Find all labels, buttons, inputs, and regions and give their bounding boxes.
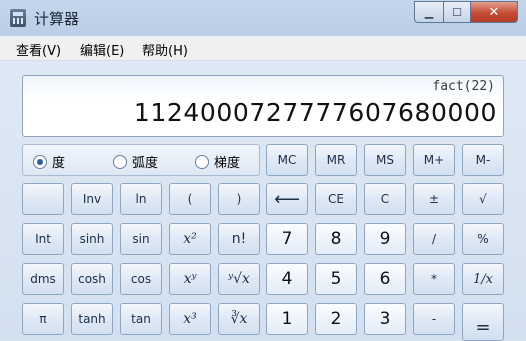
cos-button[interactable]: cos <box>120 263 162 295</box>
digit-1-button[interactable]: 1 <box>266 303 308 335</box>
result-display: 1124000727777607680000 <box>133 98 497 127</box>
int-button[interactable]: Int <box>22 223 64 255</box>
cube-root-button[interactable]: ∛x <box>218 303 260 335</box>
blank-button[interactable] <box>22 183 64 215</box>
digit-3-button[interactable]: 3 <box>364 303 406 335</box>
memory-clear-button[interactable]: MC <box>266 144 308 176</box>
title-bar: 计算器 ▁ ☐ ✕ <box>0 0 526 36</box>
percent-button[interactable]: % <box>462 223 504 255</box>
power-button[interactable]: xʸ <box>169 263 211 295</box>
menu-view[interactable]: 查看(V) <box>16 40 61 59</box>
radio-unchecked-icon <box>195 154 209 169</box>
maximize-button[interactable]: ☐ <box>443 1 470 23</box>
radio-unchecked-icon <box>113 154 127 169</box>
divide-button[interactable]: / <box>413 223 455 255</box>
multiply-button[interactable]: * <box>413 263 455 295</box>
memory-subtract-button[interactable]: M- <box>462 144 504 176</box>
digit-5-button[interactable]: 5 <box>315 263 357 295</box>
menu-help[interactable]: 帮助(H) <box>142 40 188 59</box>
pi-button[interactable]: π <box>22 303 64 335</box>
yroot-button[interactable]: ʸ√x <box>218 263 260 295</box>
calculator-body: fact(22) 1124000727777607680000 度 弧度 梯度 … <box>0 61 526 341</box>
digit-9-button[interactable]: 9 <box>364 223 406 255</box>
radio-gradians[interactable]: 梯度 <box>195 152 240 171</box>
dms-button[interactable]: dms <box>22 263 64 295</box>
calculator-icon <box>10 9 26 27</box>
clear-button[interactable]: C <box>364 183 406 215</box>
menu-edit[interactable]: 编辑(E) <box>80 40 124 59</box>
radio-label: 梯度 <box>214 156 241 171</box>
factorial-button[interactable]: n! <box>218 223 260 255</box>
radio-label: 弧度 <box>132 156 159 171</box>
subtract-button[interactable]: - <box>413 303 455 335</box>
window-controls: ▁ ☐ ✕ <box>414 1 518 23</box>
digit-8-button[interactable]: 8 <box>315 223 357 255</box>
minimize-icon: ▁ <box>424 5 434 19</box>
backspace-button[interactable]: ⟵ <box>266 183 308 215</box>
sqrt-button[interactable]: √ <box>462 183 504 215</box>
radio-checked-icon <box>33 154 47 169</box>
angle-unit-group: 度 弧度 梯度 <box>22 144 260 176</box>
sinh-button[interactable]: sinh <box>71 223 113 255</box>
digit-6-button[interactable]: 6 <box>364 263 406 295</box>
clear-entry-button[interactable]: CE <box>315 183 357 215</box>
inv-button[interactable]: Inv <box>71 183 113 215</box>
cosh-button[interactable]: cosh <box>71 263 113 295</box>
expression-display: fact(22) <box>432 79 495 94</box>
reciprocal-button[interactable]: 1/x <box>462 263 504 295</box>
sin-button[interactable]: sin <box>120 223 162 255</box>
tan-button[interactable]: tan <box>120 303 162 335</box>
square-button[interactable]: x² <box>169 223 211 255</box>
open-paren-button[interactable]: ( <box>169 183 211 215</box>
digit-4-button[interactable]: 4 <box>266 263 308 295</box>
digit-7-button[interactable]: 7 <box>266 223 308 255</box>
negate-button[interactable]: ± <box>413 183 455 215</box>
digit-2-button[interactable]: 2 <box>315 303 357 335</box>
cube-button[interactable]: x³ <box>169 303 211 335</box>
radio-degrees[interactable]: 度 <box>33 152 65 171</box>
close-icon: ✕ <box>488 4 500 20</box>
tanh-button[interactable]: tanh <box>71 303 113 335</box>
close-paren-button[interactable]: ) <box>218 183 260 215</box>
radio-label: 度 <box>52 156 66 171</box>
memory-recall-button[interactable]: MR <box>315 144 357 176</box>
menu-bar: 查看(V) 编辑(E) 帮助(H) <box>0 36 526 61</box>
maximize-icon: ☐ <box>452 5 462 19</box>
minimize-button[interactable]: ▁ <box>414 1 443 23</box>
memory-store-button[interactable]: MS <box>364 144 406 176</box>
memory-add-button[interactable]: M+ <box>413 144 455 176</box>
radio-radians[interactable]: 弧度 <box>113 152 158 171</box>
ln-button[interactable]: ln <box>120 183 162 215</box>
display-panel: fact(22) 1124000727777607680000 <box>22 75 504 137</box>
window-title: 计算器 <box>34 10 80 28</box>
equals-button[interactable]: = <box>462 303 504 341</box>
close-button[interactable]: ✕ <box>470 1 518 23</box>
